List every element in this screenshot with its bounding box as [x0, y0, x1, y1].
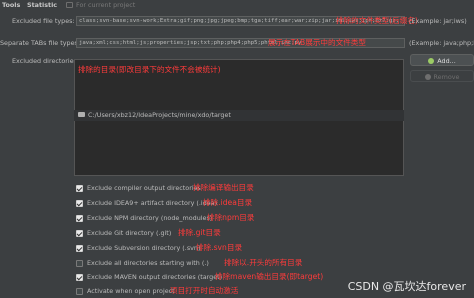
checkbox-label: Exclude compiler output directories — [87, 184, 201, 192]
for-current-project-label: For current project — [76, 1, 136, 9]
folder-icon — [78, 112, 85, 117]
checkbox-annotation: 排除.svn目录 — [196, 243, 243, 252]
add-button[interactable]: Add... — [410, 54, 474, 66]
separate-tabs-label: Separate TABs file types: — [0, 39, 81, 47]
checkbox-unchecked[interactable] — [76, 260, 83, 267]
checkbox-annotation: 项目打开时自动激活 — [170, 286, 239, 295]
excluded-file-types-annotation: 排除的文件类型(后缀名) — [336, 16, 418, 25]
checkbox-checked[interactable] — [76, 245, 83, 252]
checkbox-label: Exclude IDEA9+ artifact directory (.idea… — [87, 199, 218, 207]
remove-button-label: Remove — [433, 73, 460, 81]
checkbox-label: Exclude all directories starting with (.… — [87, 259, 209, 267]
checkbox-label: Exclude Git directory (.git) — [87, 229, 172, 237]
tools-label: Tools — [2, 1, 21, 9]
excluded-directories-label: Excluded directories: — [12, 57, 80, 65]
top-bar: Tools Statistic For current project — [0, 0, 474, 10]
add-button-label: Add... — [437, 57, 456, 65]
checkbox-label: Exclude Subversion directory (.svn) — [87, 244, 201, 252]
checkbox-unchecked[interactable] — [76, 288, 83, 295]
excluded-directories-annotation: 排除的目录(即改目录下的文件不会被统计) — [78, 65, 221, 74]
checkbox-checked[interactable] — [76, 230, 83, 237]
directory-path[interactable]: C:/Users/xbz12/IdeaProjects/mine/xdo/tar… — [88, 111, 231, 119]
separate-tabs-annotation: 展示在TAB展示中的文件类型 — [268, 38, 366, 47]
checkbox-annotation: 排除编译输出目录 — [193, 183, 254, 192]
checkbox-annotation: 排除.idea目录 — [203, 198, 253, 207]
checkbox-checked[interactable] — [76, 185, 83, 192]
excluded-file-types-label: Excluded file types: — [12, 17, 75, 25]
minus-icon — [424, 74, 431, 80]
excluded-file-types-example: (Example: jar;iws) — [409, 17, 467, 25]
checkbox-checked[interactable] — [76, 215, 83, 222]
separate-tabs-example: (Example: java;php;htm — [409, 39, 474, 47]
remove-button[interactable]: Remove — [410, 70, 474, 82]
checkbox-checked[interactable] — [76, 200, 83, 207]
checkbox-label: Exclude MAVEN output directories (target… — [87, 273, 223, 281]
checkbox-checked[interactable] — [76, 274, 83, 281]
project-icon — [66, 2, 73, 8]
statistic-tab[interactable]: Statistic — [27, 1, 57, 9]
plus-icon — [428, 58, 435, 64]
checkbox-annotation: 排除.git目录 — [178, 228, 221, 237]
checkbox-label: Exclude NPM directory (node_modules) — [87, 214, 213, 222]
checkbox-annotation: 排除npm目录 — [207, 213, 255, 222]
checkbox-label: Activate when open project — [87, 287, 175, 295]
checkbox-annotation: 排除maven输出目录(即target) — [215, 272, 324, 281]
watermark: CSDN @瓦坎达forever — [347, 280, 466, 293]
checkbox-annotation: 排除以.开头的所有目录 — [224, 258, 303, 267]
